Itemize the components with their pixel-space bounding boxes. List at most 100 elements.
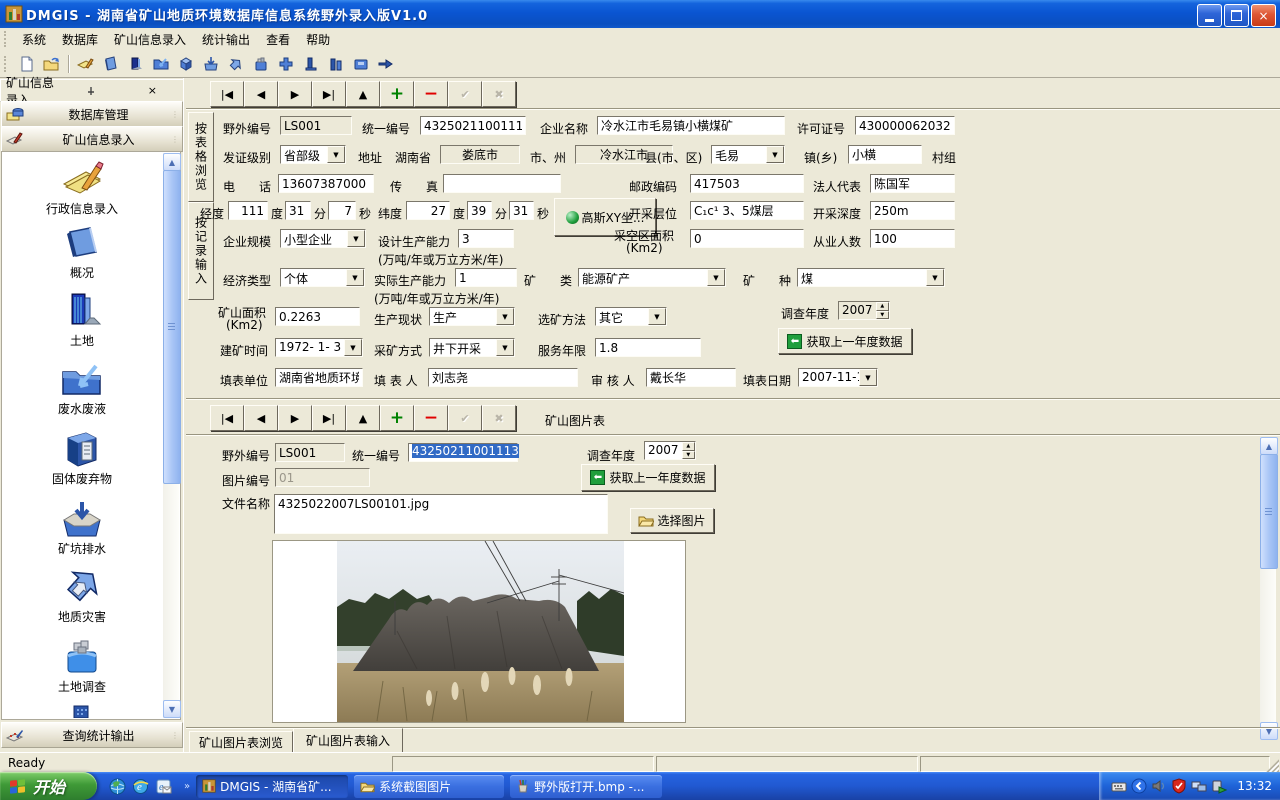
pic-fetch-previous-year-button[interactable]: ⬅ 获取上一年度数据 xyxy=(581,464,715,491)
economy-type-combo[interactable]: 个体 xyxy=(280,268,365,287)
volume-icon[interactable] xyxy=(1151,778,1167,794)
update-icon[interactable] xyxy=(1211,778,1227,794)
fetch-previous-year-button[interactable]: ⬅ 获取上一年度数据 xyxy=(778,328,912,354)
longitude-deg-input[interactable] xyxy=(228,201,268,220)
outlook-express-icon[interactable]: e xyxy=(155,778,172,795)
app-icon[interactable] xyxy=(5,5,23,23)
internet-explorer-icon[interactable]: e xyxy=(132,778,149,795)
start-button[interactable]: 开始 xyxy=(0,772,97,800)
sidebar-item-solid-waste[interactable]: 固体废弃物 xyxy=(20,430,144,486)
mining-depth-input[interactable] xyxy=(870,201,955,220)
pic-nav-prev-button[interactable]: ◀ xyxy=(244,405,278,431)
solid-waste-cube-icon[interactable] xyxy=(174,53,197,75)
pic-nav-next-button[interactable]: ▶ xyxy=(278,405,312,431)
production-status-combo[interactable]: 生产 xyxy=(429,307,515,326)
chevron-down-icon[interactable] xyxy=(707,269,725,286)
minimize-button[interactable] xyxy=(1197,4,1222,27)
open-folder-icon[interactable] xyxy=(40,53,63,75)
spin-down-icon[interactable]: ▼ xyxy=(682,451,695,460)
spin-down-icon[interactable]: ▼ xyxy=(876,311,889,320)
chevron-down-icon[interactable] xyxy=(496,308,514,325)
menu-view[interactable]: 查看 xyxy=(258,29,298,50)
goaf-area-input[interactable] xyxy=(690,229,804,248)
quick-launch-chevron-icon[interactable]: » xyxy=(184,781,190,792)
menu-system[interactable]: 系统 xyxy=(14,29,54,50)
fill-date-combo[interactable]: 2007-11-13 xyxy=(798,368,878,387)
ore-kind-combo[interactable]: 煤 xyxy=(797,268,945,287)
security-shield-icon[interactable] xyxy=(1171,778,1187,794)
reviewer-input[interactable] xyxy=(646,368,736,387)
choose-picture-button[interactable]: 选择图片 xyxy=(630,508,714,533)
sidebar-item-geohazard[interactable]: 地质灾害 xyxy=(20,568,144,624)
pic-nav-cancel-button[interactable]: ✖ xyxy=(482,405,516,431)
nav-first-button[interactable]: |◀ xyxy=(210,81,244,107)
chevron-down-icon[interactable] xyxy=(327,146,345,163)
splitter[interactable] xyxy=(183,78,187,752)
postcode-input[interactable] xyxy=(690,174,804,193)
actual-capacity-input[interactable] xyxy=(455,268,517,287)
nav-confirm-button[interactable]: ✔ xyxy=(448,81,482,107)
menu-statistics-output[interactable]: 统计输出 xyxy=(194,29,258,50)
picture-no-input[interactable] xyxy=(275,468,370,487)
admin-entry-icon[interactable] xyxy=(74,53,97,75)
keyboard-tray-icon[interactable] xyxy=(1111,778,1127,794)
network-icon[interactable] xyxy=(1191,778,1207,794)
taskbar-task-paint[interactable]: 野外版打开.bmp -... xyxy=(510,775,662,798)
scrollbar-thumb[interactable] xyxy=(1260,454,1278,569)
fax-input[interactable] xyxy=(443,174,561,193)
menu-database[interactable]: 数据库 xyxy=(54,29,106,50)
license-input[interactable] xyxy=(855,116,955,135)
sidebar-group-database-management[interactable]: 数据库管理 ⋮ xyxy=(1,101,183,127)
sidebar-item-pit-drainage[interactable]: 矿坑排水 xyxy=(20,500,144,556)
sidebar-scrollbar[interactable]: ▲ ▼ xyxy=(163,153,179,718)
overview-book-icon[interactable] xyxy=(99,53,122,75)
cross-building-icon[interactable] xyxy=(274,53,297,75)
column-icon[interactable] xyxy=(299,53,322,75)
pic-survey-year-spinner[interactable]: 2007▲▼ xyxy=(644,441,696,460)
ore-class-combo[interactable]: 能源矿产 xyxy=(578,268,726,287)
close-button[interactable]: × xyxy=(1251,4,1276,27)
pic-nav-first-button[interactable]: |◀ xyxy=(210,405,244,431)
chevron-down-icon[interactable] xyxy=(859,369,877,386)
pic-nav-last-button[interactable]: ▶| xyxy=(312,405,346,431)
sidebar-group-query-statistics[interactable]: 查询统计输出 ⋮ xyxy=(1,722,183,748)
land-tower-icon[interactable] xyxy=(124,53,147,75)
chevron-down-icon[interactable] xyxy=(347,230,365,247)
resize-grip[interactable] xyxy=(1266,759,1279,772)
scroll-up-icon[interactable]: ▲ xyxy=(1260,437,1278,455)
enterprise-scale-combo[interactable]: 小型企业 xyxy=(280,229,366,248)
pic-unified-no-input[interactable]: 43250211001113 xyxy=(408,443,518,462)
scroll-down-icon[interactable]: ▼ xyxy=(163,700,181,718)
nav-prev-button[interactable]: ◀ xyxy=(244,81,278,107)
sidebar-item-partial[interactable] xyxy=(20,704,144,718)
pic-nav-add-button[interactable]: + xyxy=(380,405,414,431)
chevron-down-icon[interactable] xyxy=(344,339,362,356)
sidebar-item-land[interactable]: 土地 xyxy=(20,290,144,348)
sidebar-item-wastewater[interactable]: 废水废液 xyxy=(20,360,144,416)
sidebar-item-overview[interactable]: 概况 xyxy=(20,224,144,280)
county-combo[interactable]: 毛易 xyxy=(711,145,785,164)
mining-method-combo[interactable]: 井下开采 xyxy=(429,338,515,357)
chevron-down-icon[interactable] xyxy=(766,146,784,163)
restore-button[interactable] xyxy=(1224,4,1249,27)
menu-help[interactable]: 帮助 xyxy=(298,29,338,50)
twin-towers-icon[interactable] xyxy=(324,53,347,75)
pic-nav-refresh-button[interactable]: ▲ xyxy=(346,405,380,431)
export-arrow-icon[interactable] xyxy=(374,53,397,75)
spin-up-icon[interactable]: ▲ xyxy=(876,302,889,311)
longitude-sec-input[interactable] xyxy=(328,201,356,220)
unified-no-input[interactable] xyxy=(420,116,526,135)
chevron-down-icon[interactable] xyxy=(346,269,364,286)
menu-mine-info-entry[interactable]: 矿山信息录入 xyxy=(106,29,194,50)
pit-drainage-icon[interactable] xyxy=(199,53,222,75)
scroll-down-icon[interactable]: ▼ xyxy=(1260,722,1278,740)
taskbar-task-dmgis[interactable]: DMGIS - 湖南省矿... xyxy=(196,775,348,798)
new-file-icon[interactable] xyxy=(15,53,38,75)
fill-unit-input[interactable] xyxy=(275,368,363,387)
file-name-box[interactable]: 4325022007LS00101.jpg xyxy=(274,494,608,534)
scrollbar-thumb[interactable] xyxy=(163,170,181,484)
sidebar-item-land-survey[interactable]: 土地调查 xyxy=(20,638,144,694)
legal-rep-input[interactable] xyxy=(870,174,955,193)
latitude-deg-input[interactable] xyxy=(406,201,450,220)
taskbar-task-folder[interactable]: 系统截图图片 xyxy=(354,775,504,798)
